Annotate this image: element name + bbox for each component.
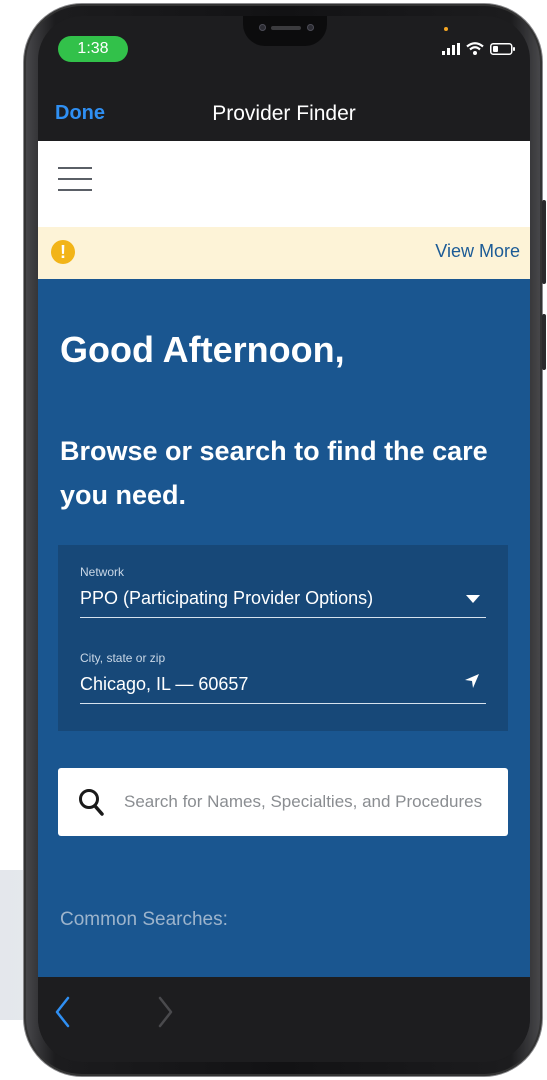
location-label: City, state or zip — [80, 651, 166, 665]
speaker-grille — [271, 26, 301, 30]
search-filters-panel: Network PPO (Participating Provider Opti… — [58, 545, 508, 731]
network-value: PPO (Participating Provider Options) — [80, 588, 374, 608]
volume-button — [542, 200, 546, 284]
wifi-icon — [466, 42, 484, 55]
search-input[interactable] — [124, 768, 500, 836]
exclamation-icon: ! — [51, 240, 75, 264]
chevron-left-icon[interactable] — [52, 995, 74, 1029]
common-searches-heading: Common Searches: — [60, 909, 228, 930]
status-time: 1:38 — [58, 36, 128, 62]
search-box[interactable] — [58, 768, 508, 836]
view-more-link[interactable]: View More — [435, 241, 520, 262]
camera-notch — [243, 16, 327, 46]
chevron-right-icon[interactable] — [154, 995, 176, 1029]
search-icon — [79, 789, 104, 816]
main-content: Good Afternoon, Browse or search to find… — [38, 279, 530, 977]
app-header — [38, 141, 530, 227]
network-label: Network — [80, 565, 125, 579]
location-arrow-icon[interactable] — [464, 673, 480, 689]
done-button[interactable]: Done — [55, 102, 105, 125]
camera-icon — [307, 24, 314, 31]
sensor-icon — [259, 24, 266, 31]
location-value: Chicago, IL — 60657 — [80, 674, 249, 694]
browser-toolbar — [38, 977, 530, 1062]
dropdown-caret-icon — [466, 595, 480, 603]
navigation-bar: Provider Finder Done — [38, 96, 530, 140]
privacy-indicator — [444, 27, 448, 31]
browse-subtitle: Browse or search to find the care you ne… — [60, 436, 488, 510]
greeting-heading: Good Afternoon, — [60, 329, 345, 370]
page-title: Provider Finder — [212, 102, 356, 125]
battery-icon — [490, 43, 515, 55]
status-icons — [442, 42, 516, 55]
alert-banner: ! View More — [38, 227, 530, 279]
phone-screen: 1:38 Provider Finder Done ! View More Go… — [38, 16, 530, 1062]
signal-icon — [442, 43, 460, 55]
menu-icon[interactable] — [58, 165, 92, 193]
location-field[interactable]: City, state or zip Chicago, IL — 60657 — [80, 651, 486, 704]
power-button — [542, 314, 546, 370]
network-select[interactable]: Network PPO (Participating Provider Opti… — [80, 565, 486, 618]
